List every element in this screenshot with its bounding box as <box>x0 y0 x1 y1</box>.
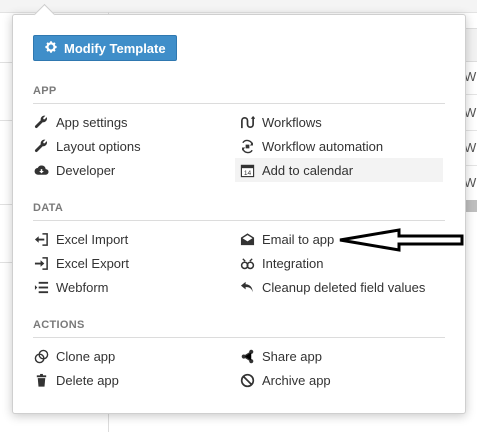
menu-item-clone-app[interactable]: Clone app <box>33 345 115 367</box>
menu-item-workflow-automation[interactable]: Workflow automation <box>239 135 383 157</box>
background-toolbar <box>0 0 477 13</box>
menu-item-label: Add to calendar <box>262 162 354 178</box>
section-divider <box>33 220 445 221</box>
background-row-line <box>0 204 12 205</box>
menu-item-label: Excel Import <box>56 231 129 247</box>
menu-item-add-to-calendar[interactable]: 14 Add to calendar <box>235 158 443 182</box>
menu-item-label: Share app <box>262 348 322 364</box>
menu-item-excel-import[interactable]: Excel Import <box>33 228 128 250</box>
menu-item-label: Cleanup deleted field values <box>262 279 426 295</box>
menu-item-delete-app[interactable]: Delete app <box>33 369 119 391</box>
section-divider <box>33 337 445 338</box>
modify-template-button[interactable]: Modify Template <box>33 35 177 61</box>
wrench-icon <box>33 114 49 130</box>
automation-icon <box>239 138 255 154</box>
menu-item-label: Excel Export <box>56 255 129 271</box>
menu-item-label: Email to app <box>262 231 335 247</box>
menu-item-excel-export[interactable]: Excel Export <box>33 252 129 274</box>
cloud-icon <box>33 162 49 178</box>
section-title-app: APP <box>33 85 57 97</box>
undo-icon <box>239 279 255 295</box>
section-title-actions: ACTIONS <box>33 319 85 331</box>
menu-item-label: Clone app <box>56 348 116 364</box>
menu-item-label: App settings <box>56 114 128 130</box>
background-row-line <box>0 120 12 121</box>
background-row-line <box>0 262 12 263</box>
menu-item-app-settings[interactable]: App settings <box>33 111 128 133</box>
menu-item-label: Workflow automation <box>262 138 384 154</box>
menu-item-developer[interactable]: Developer <box>33 159 115 181</box>
menu-item-label: Workflows <box>262 114 322 130</box>
trash-icon <box>33 372 49 388</box>
modify-template-label: Modify Template <box>64 40 166 56</box>
menu-item-label: Archive app <box>262 372 331 388</box>
section-divider <box>33 103 445 104</box>
menu-item-label: Delete app <box>56 372 119 388</box>
menu-item-workflows[interactable]: Workflows <box>239 111 322 133</box>
wrench-icon <box>33 138 49 154</box>
export-icon <box>33 255 49 271</box>
envelope-icon <box>239 231 255 247</box>
menu-item-archive-app[interactable]: Archive app <box>239 369 331 391</box>
svg-text:14: 14 <box>243 170 251 177</box>
menu-item-share-app[interactable]: Share app <box>239 345 322 367</box>
share-icon <box>239 348 255 364</box>
integration-icon <box>239 255 255 271</box>
menu-item-email-to-app[interactable]: Email to app <box>239 228 334 250</box>
ban-icon <box>239 372 255 388</box>
app-actions-popover: Modify Template APP App settings Layout … <box>12 3 466 414</box>
import-icon <box>33 231 49 247</box>
clone-icon <box>33 348 49 364</box>
menu-item-label: Webform <box>56 279 109 295</box>
calendar-icon: 14 <box>239 162 255 178</box>
menu-item-label: Integration <box>262 255 324 271</box>
menu-item-integration[interactable]: Integration <box>239 252 323 274</box>
section-title-data: DATA <box>33 202 64 214</box>
background-row-line <box>0 62 12 63</box>
menu-item-cleanup-deleted-field-values[interactable]: Cleanup deleted field values <box>239 276 425 298</box>
list-icon <box>33 279 49 295</box>
menu-item-webform[interactable]: Webform <box>33 276 109 298</box>
arrow-left-icon <box>339 228 464 252</box>
menu-item-layout-options[interactable]: Layout options <box>33 135 141 157</box>
menu-item-label: Developer <box>56 162 116 178</box>
workflow-icon <box>239 114 255 130</box>
gear-icon <box>44 40 58 57</box>
menu-item-label: Layout options <box>56 138 141 154</box>
